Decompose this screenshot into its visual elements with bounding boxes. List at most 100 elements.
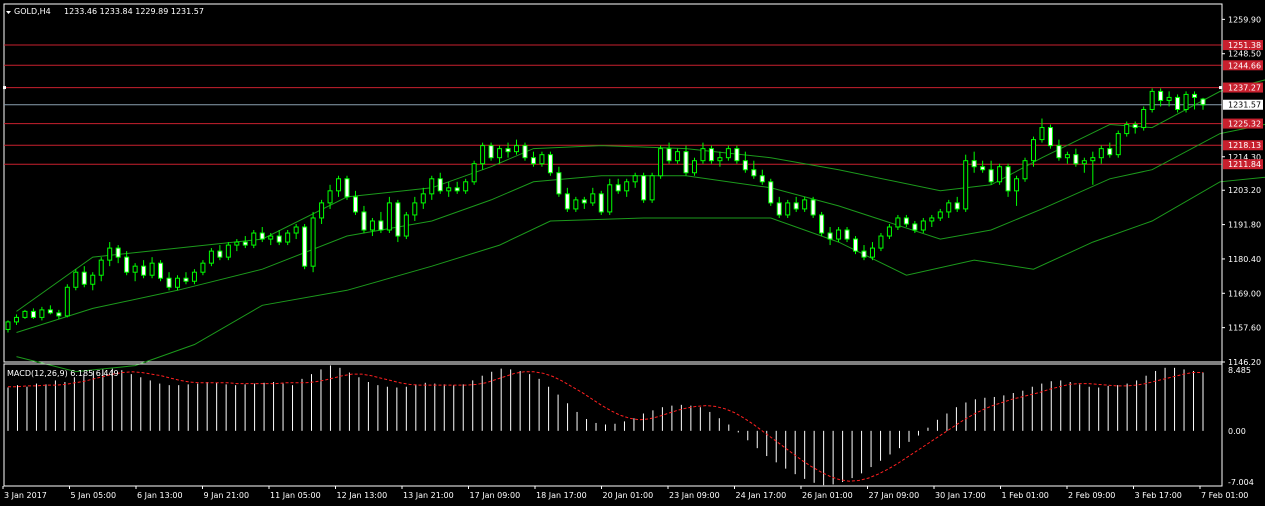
candle-body-down <box>259 232 265 240</box>
macd-title: MACD(12,26,9) 6.185 6.449 <box>7 369 119 378</box>
time-tick-label: 27 Jan 09:00 <box>869 491 920 500</box>
level-tag-label: 1211.84 <box>1228 160 1261 169</box>
candle-body-down <box>1107 148 1113 156</box>
candle-body-up <box>997 166 1003 183</box>
ohlc-readout: 1233.46 1233.84 1229.89 1231.57 <box>64 7 204 16</box>
candle-body-up <box>1039 127 1045 141</box>
candle-body-down <box>276 235 282 243</box>
candle-body-up <box>107 247 113 261</box>
candle-body-down <box>1056 145 1062 159</box>
candle-body-up <box>539 154 545 165</box>
candle <box>1047 124 1053 149</box>
time-tick-label: 5 Jan 05:00 <box>71 491 117 500</box>
candle-body-up <box>937 211 943 219</box>
candle <box>1141 106 1147 131</box>
candle-body-up <box>869 247 875 258</box>
price-tick-label: 1259.90 <box>1228 15 1261 24</box>
candle-body-up <box>293 226 299 234</box>
candle-body-down <box>683 151 689 174</box>
time-tick-label: 2 Feb 09:00 <box>1068 491 1115 500</box>
candle-body-down <box>1132 124 1138 129</box>
candle-body-down <box>734 148 740 162</box>
candle-body-down <box>352 196 358 213</box>
candle-body-up <box>98 259 104 276</box>
candle-body-down <box>742 160 748 171</box>
candle <box>598 190 604 215</box>
candle-body-down <box>522 145 528 159</box>
candle-body-up <box>607 184 613 213</box>
time-tick-label: 3 Feb 17:00 <box>1135 491 1182 500</box>
candle-body-up <box>573 199 579 210</box>
candle-body-up <box>1124 124 1130 135</box>
candle-body-down <box>903 217 909 225</box>
time-tick-label: 23 Jan 09:00 <box>669 491 720 500</box>
macd-tick-label: 0.00 <box>1228 427 1246 436</box>
candle-body-down <box>598 193 604 213</box>
candle-body-up <box>200 262 206 273</box>
candle <box>1022 157 1028 182</box>
candle-body-up <box>878 235 884 249</box>
candle <box>488 142 494 161</box>
price-tick-label: 1157.60 <box>1228 324 1261 333</box>
candle <box>785 199 791 218</box>
candle-body-down <box>819 214 825 234</box>
candle-body-up <box>725 148 731 159</box>
candle-body-down <box>853 238 859 252</box>
candle-body-down <box>217 250 223 258</box>
candle <box>73 269 79 291</box>
time-tick-label: 11 Jan 05:00 <box>270 491 321 500</box>
candle <box>471 160 477 185</box>
candle <box>878 233 884 252</box>
candle-body-up <box>1090 157 1096 162</box>
candle-body-up <box>39 309 45 318</box>
candle-body-up <box>386 202 392 231</box>
candle-body-up <box>1141 108 1147 129</box>
candle-body-down <box>488 145 494 159</box>
candle <box>708 145 714 164</box>
candle-body-up <box>717 157 723 162</box>
candle-body-up <box>22 310 28 318</box>
price-tick-label: 1191.80 <box>1228 221 1261 230</box>
candle-body-up <box>149 262 155 276</box>
candle-body-up <box>1014 178 1020 192</box>
level-tag-label: 1225.32 <box>1228 120 1261 129</box>
candle <box>208 248 214 267</box>
candle-body-up <box>946 202 952 213</box>
candle-body-down <box>768 181 774 204</box>
time-tick-label: 7 Feb 01:00 <box>1201 491 1248 500</box>
level-handle-left[interactable] <box>3 86 6 90</box>
candle <box>1149 88 1155 113</box>
candle-body-up <box>1149 90 1155 110</box>
candle <box>963 154 969 212</box>
candle-body-down <box>666 148 672 162</box>
candle-body-up <box>319 202 325 219</box>
time-tick-label: 12 Jan 13:00 <box>337 491 388 500</box>
candle-body-up <box>429 178 435 195</box>
symbol-label: GOLD,H4 <box>14 7 51 16</box>
candle-body-up <box>446 187 452 192</box>
candle-body-down <box>1158 90 1164 101</box>
candle-body-up <box>132 265 138 273</box>
candle-body-down <box>454 187 460 192</box>
candle <box>810 196 816 218</box>
candle-body-up <box>1166 96 1172 101</box>
candle-body-down <box>166 277 172 288</box>
candle-body-up <box>234 241 240 246</box>
candle <box>22 309 28 319</box>
time-tick-label: 30 Jan 17:00 <box>935 491 986 500</box>
chart-canvas[interactable]: GOLD,H4 1233.46 1233.84 1229.89 1231.57 … <box>0 0 1265 506</box>
candle-body-up <box>802 199 808 210</box>
candle-body-down <box>242 241 248 246</box>
candle-body-up <box>13 316 19 323</box>
candle-body-up <box>471 163 477 183</box>
current-price-label: 1231.57 <box>1228 101 1261 110</box>
candle-body-up <box>929 217 935 222</box>
price-tick-label: 1169.00 <box>1228 289 1261 298</box>
candle-body-up <box>480 145 486 165</box>
candle-body-up <box>658 148 664 177</box>
candle-body-down <box>827 232 833 240</box>
candle <box>64 284 70 318</box>
candle-body-up <box>691 160 697 174</box>
candle-body-up <box>1098 148 1104 159</box>
candle <box>395 199 401 243</box>
